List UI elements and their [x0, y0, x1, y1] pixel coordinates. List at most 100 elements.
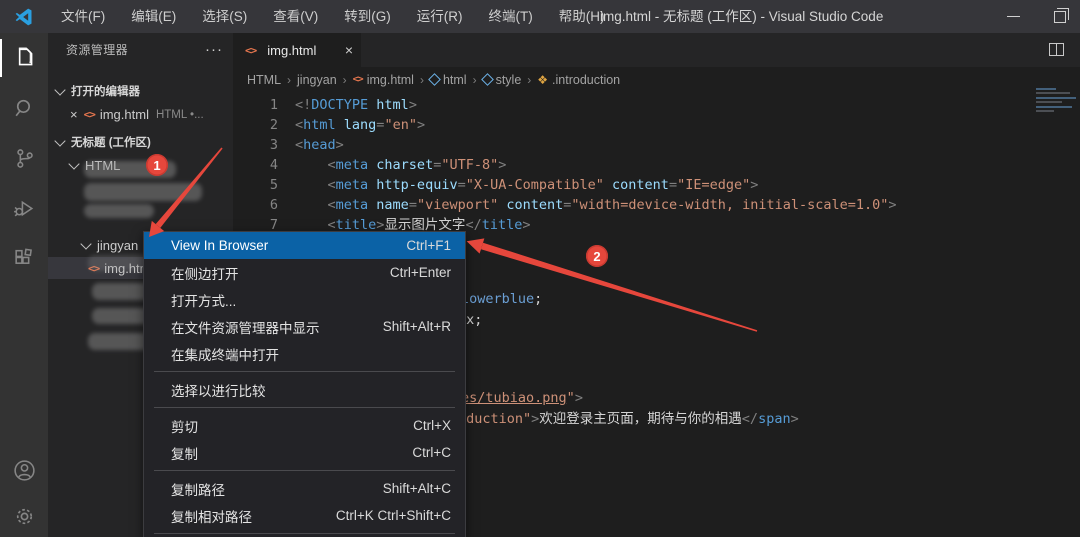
code-token [604, 177, 612, 193]
run-and-debug-icon[interactable] [0, 183, 48, 233]
context-menu-item[interactable]: 在侧边打开 Ctrl+Enter [144, 259, 465, 286]
code-token: ; [534, 291, 542, 307]
breadcrumb-separator: › [473, 73, 477, 87]
code-token: 欢迎登录主页面，期待与你的相遇 [539, 411, 742, 427]
menu-文件F[interactable]: 文件(F) [48, 0, 118, 33]
breadcrumb-item[interactable]: <> img.html [353, 73, 414, 87]
code-token: > [575, 390, 583, 406]
menu-item-shortcut: Ctrl+K Ctrl+Shift+C [336, 508, 451, 523]
search-icon[interactable] [0, 83, 48, 133]
vscode-window: 文件(F)编辑(E)选择(S)查看(V)转到(G)运行(R)终端(T)帮助(H)… [0, 0, 1080, 537]
code-token: "en" [384, 117, 417, 133]
annotation-badge-1: 1 [146, 154, 168, 176]
code-line[interactable]: 3<head> [233, 135, 1080, 155]
extensions-icon[interactable] [0, 233, 48, 283]
context-menu-item[interactable]: 在集成终端中打开 [144, 340, 465, 367]
context-menu-item[interactable]: 复制路径Shift+Alt+C [144, 475, 465, 502]
code-line[interactable]: 1<!DOCTYPE html> [233, 95, 1080, 115]
workspace-section[interactable]: 无标题 (工作区) [48, 130, 233, 154]
menu-item-label: 在文件资源管理器中显示 [171, 317, 320, 337]
code-token: > [336, 137, 344, 153]
context-menu-item[interactable]: 选择以进行比较 [144, 376, 465, 403]
code-fragment: oduction">欢迎登录主页面，期待与你的相遇</span> [458, 409, 799, 429]
open-editors-section[interactable]: 打开的编辑器 [48, 79, 233, 103]
breadcrumb-item[interactable]: style [483, 73, 522, 87]
source-control-icon[interactable] [0, 133, 48, 183]
code-token: < [295, 117, 303, 133]
code-line[interactable]: 5 <meta http-equiv="X-UA-Compatible" con… [233, 175, 1080, 195]
code-token: lowerblue [461, 291, 534, 307]
tab-bar: <> img.html × [233, 33, 1080, 67]
menu-item-label: 复制路径 [171, 479, 225, 499]
breadcrumb-label: style [496, 73, 522, 87]
tab-close-icon[interactable]: × [345, 42, 353, 58]
context-menu-item[interactable]: View In BrowserCtrl+F1 [144, 232, 465, 259]
explorer-icon[interactable] [0, 33, 48, 83]
code-line[interactable]: 2<html lang="en"> [233, 115, 1080, 135]
menu-item-shortcut: Ctrl+F1 [406, 238, 451, 253]
code-text: <meta http-equiv="X-UA-Compatible" conte… [295, 175, 758, 195]
menu-item-label: 在侧边打开 [171, 263, 239, 283]
context-menu-item[interactable]: 复制Ctrl+C [144, 439, 465, 466]
code-line[interactable]: 4 <meta charset="UTF-8"> [233, 155, 1080, 175]
menu-运行R[interactable]: 运行(R) [404, 0, 476, 33]
code-token: DOCTYPE [311, 97, 376, 113]
context-menu: View In BrowserCtrl+F1 在侧边打开 Ctrl+Enter 打开方… [143, 231, 466, 537]
open-editor-item[interactable]: × <> img.html HTML •... [48, 103, 233, 126]
code-token: charset [376, 157, 433, 173]
menu-item-label: 复制 [171, 443, 198, 463]
breadcrumb-item[interactable]: html [430, 73, 467, 87]
minimap[interactable] [1028, 85, 1080, 119]
breadcrumb-label: img.html [367, 73, 414, 87]
breadcrumb-label: .introduction [552, 73, 620, 87]
tab-img-html[interactable]: <> img.html × [233, 33, 361, 67]
code-token: http-equiv [376, 177, 457, 193]
redacted-file [84, 183, 202, 201]
code-token: < [328, 177, 336, 193]
context-menu-item[interactable]: 复制相对路径 Ctrl+K Ctrl+Shift+C [144, 502, 465, 529]
restore-button[interactable] [1054, 11, 1066, 23]
breadcrumb: HTML›jingyan›<>img.html›html›style›❖.int… [233, 67, 1080, 92]
line-number: 2 [233, 115, 278, 135]
breadcrumb-item[interactable]: jingyan [297, 73, 337, 87]
code-token: > [417, 117, 425, 133]
open-editor-name: img.html [100, 107, 149, 122]
line-number: 4 [233, 155, 278, 175]
breadcrumb-separator: › [287, 73, 291, 87]
menu-item-label: 复制相对路径 [171, 506, 252, 526]
context-menu-item[interactable]: 在文件资源管理器中显示Shift+Alt+R [144, 313, 465, 340]
menu-编辑E[interactable]: 编辑(E) [118, 0, 189, 33]
menu-终端T[interactable]: 终端(T) [476, 0, 546, 33]
settings-gear-icon[interactable] [0, 495, 48, 537]
html-file-icon: <> [353, 74, 363, 85]
menu-选择S[interactable]: 选择(S) [189, 0, 260, 33]
menu-转到G[interactable]: 转到(G) [331, 0, 404, 33]
menu-item-shortcut: Ctrl+Enter [390, 265, 451, 280]
split-editor-icon[interactable] [1049, 43, 1064, 56]
code-token [295, 157, 328, 173]
minimize-button[interactable] [1007, 16, 1020, 18]
code-token: > [409, 97, 417, 113]
line-number: 6 [233, 195, 278, 215]
account-icon[interactable] [0, 445, 48, 495]
code-fragment: lowerblue; [461, 289, 542, 309]
code-line[interactable]: 6 <meta name="viewport" content="width=d… [233, 195, 1080, 215]
code-area[interactable]: 1<!DOCTYPE html>2<html lang="en">3<head>… [233, 95, 1080, 235]
breadcrumb-separator: › [420, 73, 424, 87]
more-actions-icon[interactable]: ··· [205, 41, 223, 58]
code-token: meta [336, 197, 377, 213]
menu-查看V[interactable]: 查看(V) [260, 0, 331, 33]
code-token: es/tubiao.png [461, 390, 567, 406]
breadcrumb-item[interactable]: HTML [247, 73, 281, 87]
menu-bar: 文件(F)编辑(E)选择(S)查看(V)转到(G)运行(R)终端(T)帮助(H) [48, 0, 618, 33]
context-menu-item[interactable]: 剪切Ctrl+X [144, 412, 465, 439]
menu-separator [154, 407, 455, 408]
close-editor-icon[interactable]: × [70, 107, 78, 122]
code-token: oduction" [458, 411, 531, 427]
code-token: "IE=edge" [677, 177, 750, 193]
menu-separator [154, 371, 455, 372]
context-menu-item[interactable]: 打开方式... [144, 286, 465, 313]
code-token: = [458, 177, 466, 193]
annotation-badge-2: 2 [586, 245, 608, 267]
breadcrumb-item[interactable]: ❖.introduction [537, 73, 620, 87]
